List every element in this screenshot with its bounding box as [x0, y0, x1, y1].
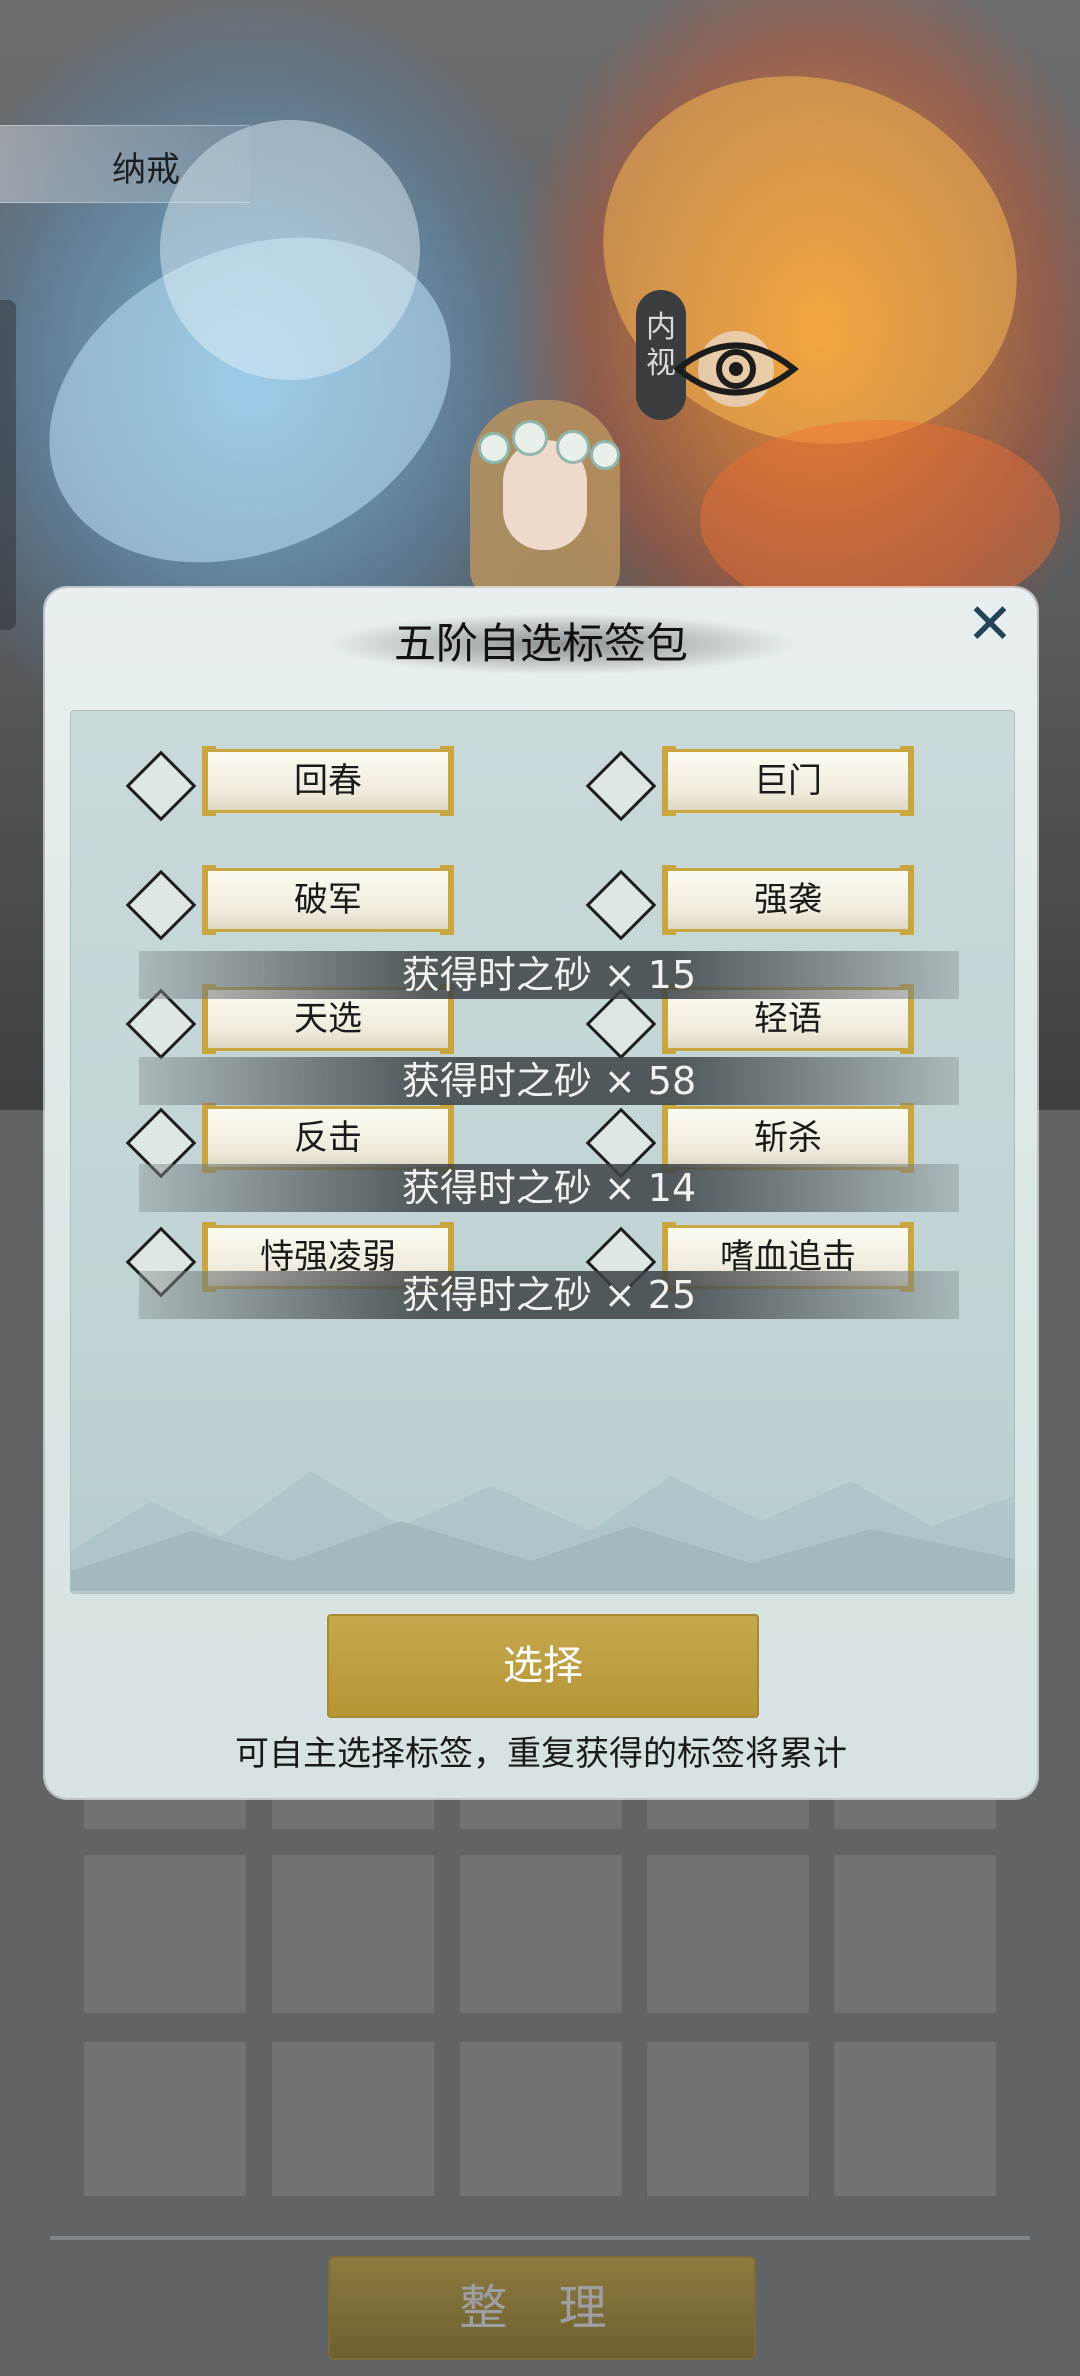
tidy-button[interactable]: 整 理: [328, 2256, 756, 2360]
inventory-slot[interactable]: [272, 1795, 434, 1829]
inventory-slot[interactable]: [460, 1795, 622, 1829]
options-panel: 回春 巨门 破军 强袭 天选 轻语 反击 斩杀 恃强凌弱 嗜血追击 获得时之砂 …: [70, 710, 1015, 1594]
inventory-slot[interactable]: [460, 1855, 622, 2013]
tag-pack-dialog: 五阶自选标签包 ✕ 回春 巨门 破军 强袭 天选 轻语 反击 斩杀 恃强凌弱 嗜…: [45, 588, 1037, 1798]
tab-storage-ring-label: 纳戒: [112, 150, 180, 190]
checkbox-diamond[interactable]: [585, 869, 657, 941]
flower-ornament: [556, 430, 590, 464]
tag-option[interactable]: 巨门: [583, 746, 983, 822]
mountain-decoration: [71, 1471, 1014, 1591]
side-handle: [0, 300, 16, 630]
tag-label: 破军: [202, 865, 454, 935]
inventory-slot[interactable]: [460, 2042, 622, 2196]
inventory-slot[interactable]: [834, 1795, 996, 1829]
inventory-slot[interactable]: [834, 2042, 996, 2196]
tag-label: 反击: [202, 1103, 454, 1173]
checkbox-diamond[interactable]: [125, 869, 197, 941]
checkbox-diamond[interactable]: [585, 750, 657, 822]
reward-toast: 获得时之砂 × 58: [139, 1057, 959, 1105]
close-icon[interactable]: ✕: [963, 597, 1017, 653]
tag-option[interactable]: 破军: [123, 865, 523, 941]
inventory-slot[interactable]: [84, 1795, 246, 1829]
checkbox-diamond[interactable]: [125, 750, 197, 822]
tag-option[interactable]: 强袭: [583, 865, 983, 941]
flower-ornament: [590, 440, 620, 470]
inventory-slot[interactable]: [647, 2042, 809, 2196]
inventory-slot[interactable]: [84, 2042, 246, 2196]
tag-label: 巨门: [662, 746, 914, 816]
flower-ornament: [512, 420, 548, 456]
tag-label: 斩杀: [662, 1103, 914, 1173]
checkbox-diamond[interactable]: [125, 988, 197, 1060]
inventory-slot[interactable]: [84, 1855, 246, 2013]
flower-ornament: [478, 432, 510, 464]
tag-label: 强袭: [662, 865, 914, 935]
reward-toast: 获得时之砂 × 15: [139, 951, 959, 999]
reward-toast: 获得时之砂 × 25: [139, 1271, 959, 1319]
inventory-slot[interactable]: [834, 1855, 996, 2013]
inventory-slot[interactable]: [272, 2042, 434, 2196]
tag-option[interactable]: 回春: [123, 746, 523, 822]
inventory-slot[interactable]: [647, 1795, 809, 1829]
eye-icon[interactable]: [668, 328, 804, 410]
divider: [50, 2236, 1030, 2240]
checkbox-diamond[interactable]: [585, 988, 657, 1060]
dialog-title: 五阶自选标签包: [393, 619, 688, 668]
select-button[interactable]: 选择: [327, 1614, 759, 1718]
tag-label: 回春: [202, 746, 454, 816]
hint-text: 可自主选择标签，重复获得的标签将累计: [235, 1734, 847, 1774]
inventory-slot[interactable]: [272, 1855, 434, 2013]
tab-storage-ring[interactable]: 纳戒: [0, 125, 250, 203]
reward-toast: 获得时之砂 × 14: [139, 1164, 959, 1212]
inventory-slot[interactable]: [647, 1855, 809, 2013]
